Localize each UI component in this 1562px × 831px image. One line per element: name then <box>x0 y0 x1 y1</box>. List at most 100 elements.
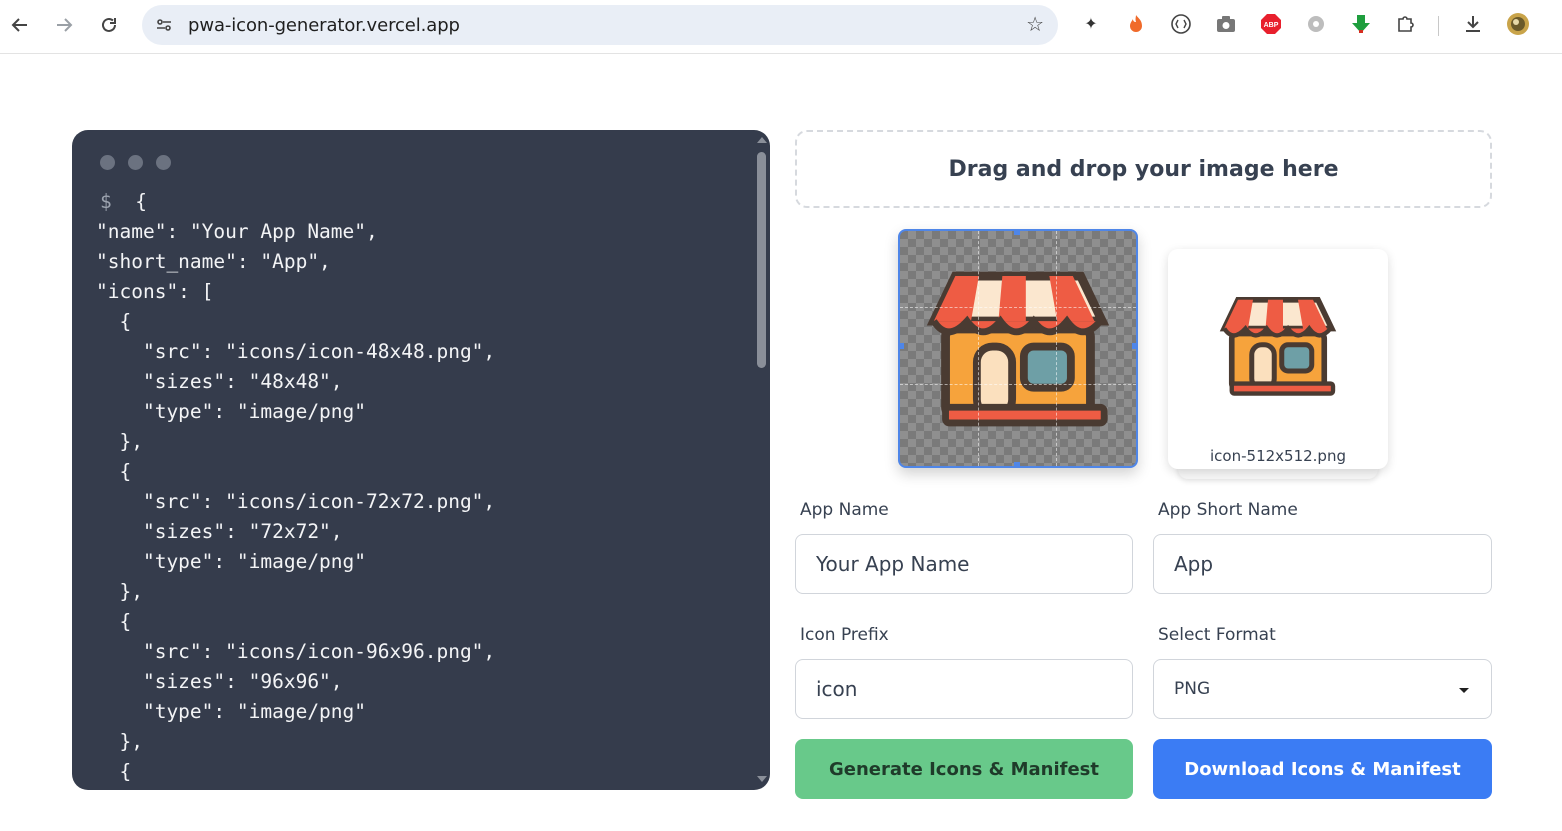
window-dot <box>100 155 115 170</box>
crop-handle[interactable] <box>1132 343 1136 349</box>
crop-handle[interactable] <box>900 343 904 349</box>
code-text: { <box>96 310 132 333</box>
icon-prefix-label: Icon Prefix <box>800 625 889 645</box>
crop-guide <box>900 307 1136 308</box>
avatar[interactable] <box>1506 12 1530 36</box>
camera-icon[interactable] <box>1214 12 1238 36</box>
generate-button[interactable]: Generate Icons & Manifest <box>795 739 1133 799</box>
svg-text:ABP: ABP <box>1264 22 1279 29</box>
code-line: "short_name": "App", <box>96 247 495 277</box>
gear-flower-icon[interactable] <box>1304 12 1328 36</box>
scrollbar-thumb[interactable] <box>757 152 766 368</box>
code-text: { <box>96 760 132 783</box>
terminal-prompt: $ <box>100 190 124 213</box>
circle-brackets-icon[interactable] <box>1169 12 1193 36</box>
code-line: $ { <box>96 187 495 217</box>
app-short-name-input[interactable]: App <box>1153 534 1492 594</box>
code-line: { <box>96 307 495 337</box>
browser-toolbar: pwa-icon-generator.vercel.app ☆ ✦ ABP <box>0 0 1562 54</box>
code-line: "sizes": "72x72", <box>96 517 495 547</box>
scroll-down-icon[interactable] <box>757 776 767 782</box>
code-text: "src": "icons/icon-96x96.png", <box>96 640 496 663</box>
icon-prefix-value: icon <box>816 677 858 701</box>
icon-preview-image <box>1219 296 1337 396</box>
address-bar[interactable]: pwa-icon-generator.vercel.app ☆ <box>142 5 1058 45</box>
crop-handle[interactable] <box>1014 462 1020 466</box>
bookmark-star-icon[interactable]: ☆ <box>1026 12 1044 37</box>
download-icon[interactable] <box>1461 12 1485 36</box>
crop-guide <box>978 231 979 466</box>
window-dots <box>100 155 171 170</box>
code-line: "icons": [ <box>96 277 495 307</box>
code-line: "type": "image/png" <box>96 547 495 577</box>
code-line: }, <box>96 577 495 607</box>
image-dropzone[interactable]: Drag and drop your image here <box>795 130 1492 208</box>
site-info-icon[interactable] <box>152 13 176 37</box>
code-text: { <box>123 190 147 213</box>
app-short-name-label: App Short Name <box>1158 500 1298 520</box>
forward-icon[interactable] <box>48 9 80 41</box>
dropzone-label: Drag and drop your image here <box>948 156 1339 182</box>
url-text[interactable]: pwa-icon-generator.vercel.app <box>188 15 460 36</box>
magic-wand-icon[interactable]: ✦ <box>1079 12 1103 36</box>
scroll-up-icon[interactable] <box>757 137 767 143</box>
code-line: "type": "image/png" <box>96 397 495 427</box>
code-text: "sizes": "48x48", <box>96 370 343 393</box>
icon-prefix-input[interactable]: icon <box>795 659 1133 719</box>
select-format-label: Select Format <box>1158 625 1276 645</box>
app-short-name-value: App <box>1174 552 1214 576</box>
code-line: "src": "icons/icon-48x48.png", <box>96 337 495 367</box>
code-text: "short_name": "App", <box>96 250 331 273</box>
preview-caption: icon-512x512.png <box>1210 447 1346 465</box>
code-line: }, <box>96 727 495 757</box>
puzzle-icon[interactable] <box>1394 12 1418 36</box>
back-icon[interactable] <box>4 9 36 41</box>
code-text: "type": "image/png" <box>96 700 367 723</box>
code-line: "name": "Your App Name", <box>96 217 495 247</box>
image-crop-area[interactable] <box>898 229 1138 468</box>
window-dot <box>128 155 143 170</box>
code-line: { <box>96 757 495 787</box>
app-name-value: Your App Name <box>816 552 970 576</box>
fire-icon[interactable] <box>1124 12 1148 36</box>
code-line: }, <box>96 427 495 457</box>
code-text: { <box>96 460 132 483</box>
toolbar-separator <box>1438 16 1439 36</box>
crop-guide <box>900 384 1136 385</box>
code-line: { <box>96 607 495 637</box>
format-select[interactable]: PNG <box>1153 659 1492 719</box>
code-text: }, <box>96 430 143 453</box>
manifest-code: $ { "name": "Your App Name", "short_name":… <box>96 187 495 787</box>
download-button[interactable]: Download Icons & Manifest <box>1153 739 1492 799</box>
crop-guide <box>1056 231 1057 466</box>
app-name-input[interactable]: Your App Name <box>795 534 1133 594</box>
code-line: "sizes": "96x96", <box>96 667 495 697</box>
chevron-down-icon <box>1459 688 1469 693</box>
code-text: }, <box>96 580 143 603</box>
window-dot <box>156 155 171 170</box>
code-text: "icons": [ <box>96 280 214 303</box>
reload-icon[interactable] <box>93 9 125 41</box>
code-text: "sizes": "72x72", <box>96 520 343 543</box>
code-text: "src": "icons/icon-48x48.png", <box>96 340 496 363</box>
icon-preview-stack: icon-512x512.png <box>1168 249 1388 481</box>
crop-handle[interactable] <box>1014 231 1020 235</box>
app-name-label: App Name <box>800 500 889 520</box>
code-text: "type": "image/png" <box>96 400 367 423</box>
code-text: "sizes": "96x96", <box>96 670 343 693</box>
format-select-value: PNG <box>1174 679 1211 699</box>
icon-preview-card[interactable]: icon-512x512.png <box>1168 249 1388 469</box>
code-line: "type": "image/png" <box>96 697 495 727</box>
code-text: { <box>96 610 132 633</box>
code-text: "name": "Your App Name", <box>96 220 378 243</box>
manifest-code-panel[interactable]: $ { "name": "Your App Name", "short_name":… <box>72 130 770 790</box>
store-image <box>926 271 1110 427</box>
code-line: "src": "icons/icon-72x72.png", <box>96 487 495 517</box>
download-arrow-green-icon[interactable] <box>1349 12 1373 36</box>
code-line: { <box>96 457 495 487</box>
code-text: "type": "image/png" <box>96 550 367 573</box>
code-text: }, <box>96 730 143 753</box>
adblock-icon[interactable]: ABP <box>1259 12 1283 36</box>
code-line: "sizes": "48x48", <box>96 367 495 397</box>
code-line: "src": "icons/icon-96x96.png", <box>96 637 495 667</box>
